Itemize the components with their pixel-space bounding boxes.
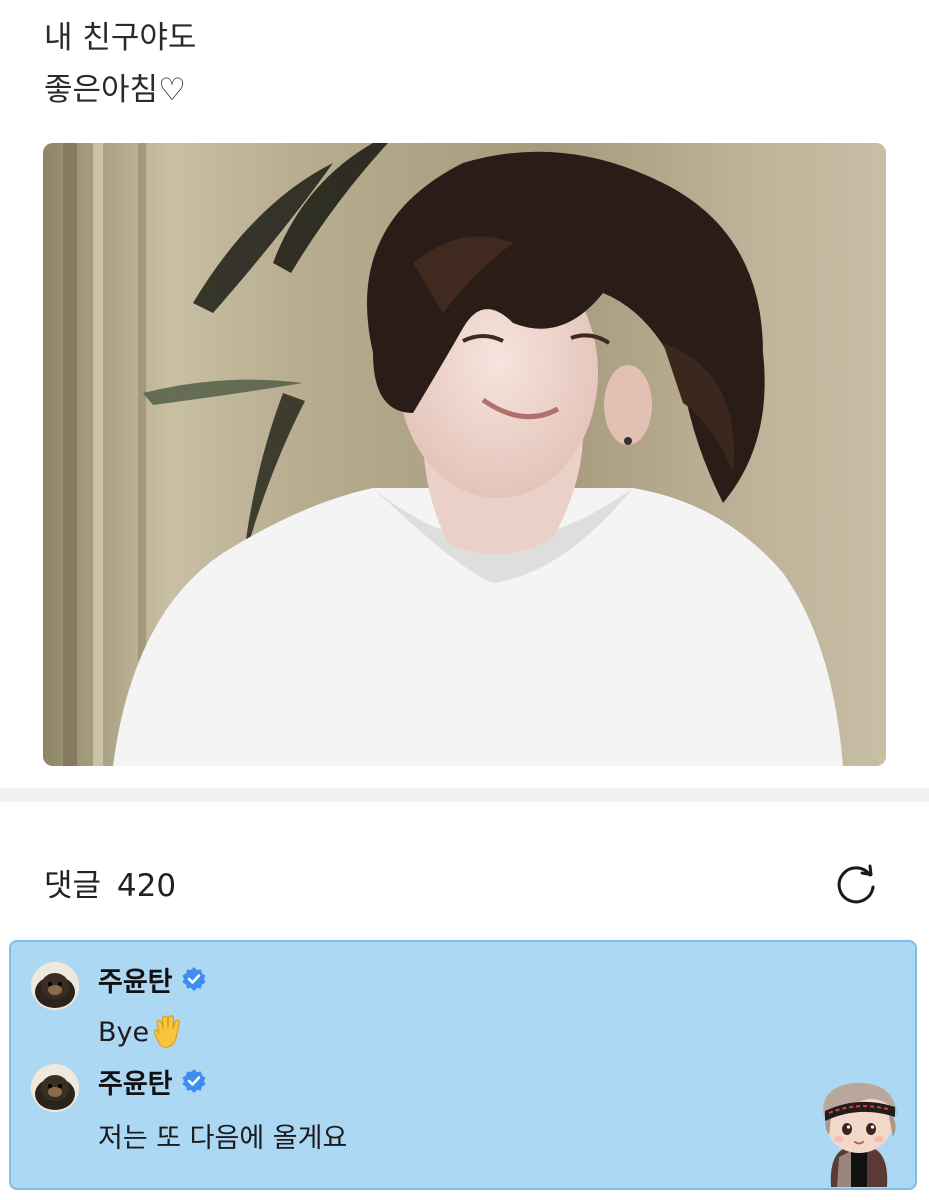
avatar[interactable] xyxy=(31,962,79,1010)
comments-count: 420 xyxy=(116,868,177,904)
photo-illustration xyxy=(43,143,886,766)
section-divider xyxy=(0,788,929,802)
dog-avatar-icon xyxy=(31,1064,79,1112)
verified-badge-icon xyxy=(182,1069,206,1093)
comment-text: Bye xyxy=(98,1014,185,1050)
comment-highlight-panel: 주윤탄 Bye 주윤탄 저는 또 다음에 올게요 xyxy=(9,940,917,1190)
post-photo[interactable] xyxy=(43,143,886,766)
waving-hand-icon xyxy=(154,1015,181,1048)
avatar[interactable] xyxy=(31,1064,79,1112)
post-text: 내 친구야도 좋은아침♡ xyxy=(44,12,196,116)
refresh-icon xyxy=(837,864,875,904)
post-line-1: 내 친구야도 xyxy=(44,20,197,56)
comments-label: 댓글 xyxy=(44,868,102,904)
comment-text: 저는 또 다음에 올게요 xyxy=(98,1116,347,1155)
comment-author[interactable]: 주윤탄 xyxy=(98,962,207,998)
author-name: 주윤탄 xyxy=(98,1068,173,1100)
character-sticker-icon xyxy=(823,1082,897,1187)
verified-badge-icon xyxy=(182,967,206,991)
comment-body: 저는 또 다음에 올게요 xyxy=(98,1123,348,1154)
post-line-2: 좋은아침♡ xyxy=(44,72,186,108)
comment-body: Bye xyxy=(98,1016,150,1048)
dog-avatar-icon xyxy=(31,962,79,1010)
comment-author[interactable]: 주윤탄 xyxy=(98,1064,207,1100)
comments-header: 댓글 420 xyxy=(44,862,176,910)
author-name: 주윤탄 xyxy=(98,966,173,998)
refresh-button[interactable] xyxy=(832,861,880,909)
